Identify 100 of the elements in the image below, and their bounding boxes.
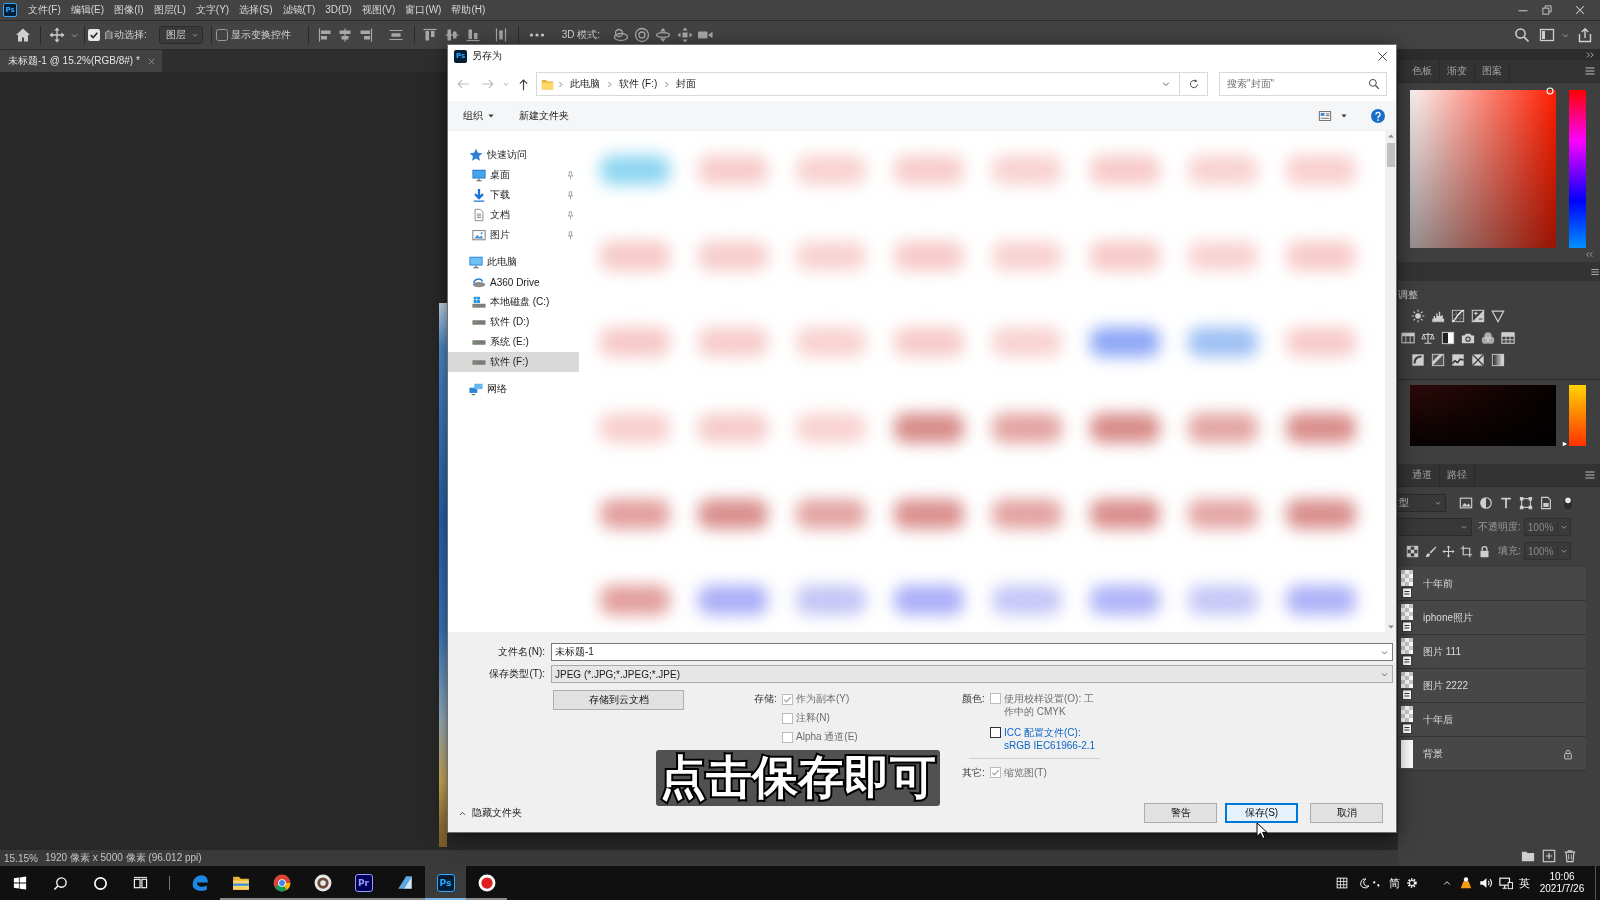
- blurred-thumbnail[interactable]: [992, 499, 1062, 529]
- moon-icon[interactable]: [1359, 877, 1370, 889]
- filter-dropdown[interactable]: 型: [1398, 494, 1446, 512]
- blurred-thumbnail[interactable]: [1286, 327, 1356, 357]
- blurred-thumbnail[interactable]: [600, 499, 670, 529]
- blurred-thumbnail[interactable]: [1286, 241, 1356, 271]
- blurred-thumbnail[interactable]: [992, 155, 1062, 185]
- menu-item[interactable]: 选择(S): [235, 0, 277, 20]
- blurred-thumbnail[interactable]: [698, 585, 768, 615]
- panel-tab[interactable]: 通道: [1405, 464, 1440, 486]
- curve-graph-icon[interactable]: [1451, 309, 1465, 323]
- refresh-button[interactable]: [1180, 72, 1208, 96]
- grid-icon[interactable]: [1336, 877, 1348, 889]
- document-tab[interactable]: 未标题-1 @ 15.2%(RGB/8#) *: [0, 50, 162, 72]
- three-circles-icon[interactable]: [1481, 331, 1495, 345]
- layer-row[interactable]: 图片 2222: [1398, 669, 1586, 703]
- blurred-thumbnail[interactable]: [992, 241, 1062, 271]
- blurred-thumbnail[interactable]: [1090, 241, 1160, 271]
- blurred-thumbnail[interactable]: [1286, 499, 1356, 529]
- brush-icon[interactable]: [1424, 544, 1437, 558]
- slider-marker-icon[interactable]: [1562, 441, 1568, 448]
- panel-tab[interactable]: 色板: [1405, 60, 1440, 82]
- orbit-icon[interactable]: [613, 27, 630, 43]
- help-icon[interactable]: [1371, 108, 1385, 123]
- breadcrumb-item[interactable]: 封面: [673, 77, 700, 91]
- menu-item[interactable]: 文字(Y): [191, 0, 234, 20]
- blurred-thumbnail[interactable]: [1188, 413, 1258, 443]
- menu-item[interactable]: 文件(F): [24, 0, 65, 20]
- blurred-thumbnail[interactable]: [894, 155, 964, 185]
- dialog-button[interactable]: 取消: [1310, 803, 1383, 823]
- slide-icon[interactable]: [677, 27, 694, 43]
- blurred-thumbnail[interactable]: [698, 413, 768, 443]
- file-type-dropdown[interactable]: JPEG (*.JPG;*.JPEG;*.JPE): [551, 665, 1393, 683]
- nav-item[interactable]: 此电脑: [448, 252, 579, 272]
- blurred-thumbnail[interactable]: [1286, 413, 1356, 443]
- nav-item[interactable]: 系统 (E:): [448, 332, 579, 352]
- blurred-thumbnail[interactable]: [1286, 585, 1356, 615]
- layer-row[interactable]: 图片 111: [1398, 635, 1586, 669]
- menu-item[interactable]: 滤镜(T): [278, 0, 320, 20]
- blurred-thumbnail[interactable]: [600, 585, 670, 615]
- taskbar-app-button[interactable]: Ps: [425, 866, 466, 900]
- checkbox[interactable]: [215, 29, 228, 41]
- speaker-icon[interactable]: [1479, 876, 1493, 890]
- menu-icon[interactable]: [1584, 65, 1596, 77]
- taskbar-app-button[interactable]: Pr: [343, 866, 384, 900]
- blurred-thumbnail[interactable]: [796, 413, 866, 443]
- color-field[interactable]: [1410, 385, 1556, 446]
- hue-bar[interactable]: [1569, 90, 1586, 248]
- curve-square-icon[interactable]: [1411, 353, 1425, 367]
- nav-item[interactable]: 软件 (F:): [448, 352, 579, 372]
- panel-tab[interactable]: 渐变: [1440, 60, 1475, 82]
- new-layer-icon[interactable]: [1542, 849, 1556, 863]
- sun-icon[interactable]: [1411, 309, 1425, 323]
- blurred-thumbnail[interactable]: [1188, 241, 1258, 271]
- blurred-thumbnail[interactable]: [1188, 155, 1258, 185]
- drag-icon[interactable]: [655, 27, 672, 43]
- breadcrumb-item[interactable]: 软件 (F:): [616, 77, 661, 91]
- address-bar[interactable]: 此电脑 软件 (F:) 封面: [536, 72, 1180, 96]
- nav-item[interactable]: 文档: [448, 205, 579, 225]
- blurred-thumbnail[interactable]: [894, 413, 964, 443]
- target-dropdown[interactable]: 图层: [158, 26, 203, 44]
- task-view-icon[interactable]: [132, 875, 148, 891]
- align-middle-icon[interactable]: [443, 27, 460, 43]
- menu-icon[interactable]: [1590, 266, 1600, 277]
- menu-item[interactable]: 视图(V): [357, 0, 400, 20]
- blurred-thumbnail[interactable]: [1090, 499, 1160, 529]
- blurred-thumbnail[interactable]: [1188, 327, 1258, 357]
- menu-item[interactable]: 编辑(E): [66, 0, 109, 20]
- color-field[interactable]: [1410, 90, 1556, 248]
- scrollbar-thumb[interactable]: [1386, 143, 1395, 167]
- home-icon[interactable]: [15, 27, 31, 43]
- collapse-panels-icon[interactable]: [1585, 50, 1595, 60]
- blurred-thumbnail[interactable]: [894, 585, 964, 615]
- blurred-thumbnail[interactable]: [1188, 499, 1258, 529]
- gradient-square-icon[interactable]: [1491, 353, 1505, 367]
- blurred-thumbnail[interactable]: [600, 327, 670, 357]
- chevron-up-icon[interactable]: [1442, 878, 1452, 888]
- panel-tab[interactable]: 图案: [1475, 60, 1510, 82]
- triangle-icon[interactable]: [1491, 309, 1505, 323]
- nav-item[interactable]: 软件 (D:): [448, 312, 579, 332]
- dialog-button[interactable]: 警告: [1144, 803, 1217, 823]
- layer-row[interactable]: 十年前: [1398, 567, 1586, 601]
- panel-tab[interactable]: 路径: [1440, 464, 1475, 486]
- search-icon[interactable]: [52, 875, 68, 891]
- hide-folders-button[interactable]: 隐藏文件夹: [458, 806, 522, 820]
- blurred-thumbnail[interactable]: [600, 155, 670, 185]
- align-left-icon[interactable]: [316, 27, 333, 43]
- input-language[interactable]: 英: [1519, 875, 1530, 891]
- blurred-thumbnail[interactable]: [698, 499, 768, 529]
- save-to-cloud-button[interactable]: 存储到云文档: [553, 690, 684, 710]
- cross-square-icon[interactable]: [1471, 353, 1485, 367]
- blurred-thumbnail[interactable]: [796, 155, 866, 185]
- image-icon[interactable]: [1459, 496, 1473, 510]
- checkbox[interactable]: [990, 727, 1001, 738]
- blurred-thumbnail[interactable]: [796, 499, 866, 529]
- blurred-thumbnail[interactable]: [1286, 155, 1356, 185]
- menu-item[interactable]: 窗口(W): [401, 0, 446, 20]
- blurred-thumbnail[interactable]: [1188, 585, 1258, 615]
- blurred-thumbnail[interactable]: [796, 585, 866, 615]
- nav-item[interactable]: 快速访问: [448, 145, 579, 165]
